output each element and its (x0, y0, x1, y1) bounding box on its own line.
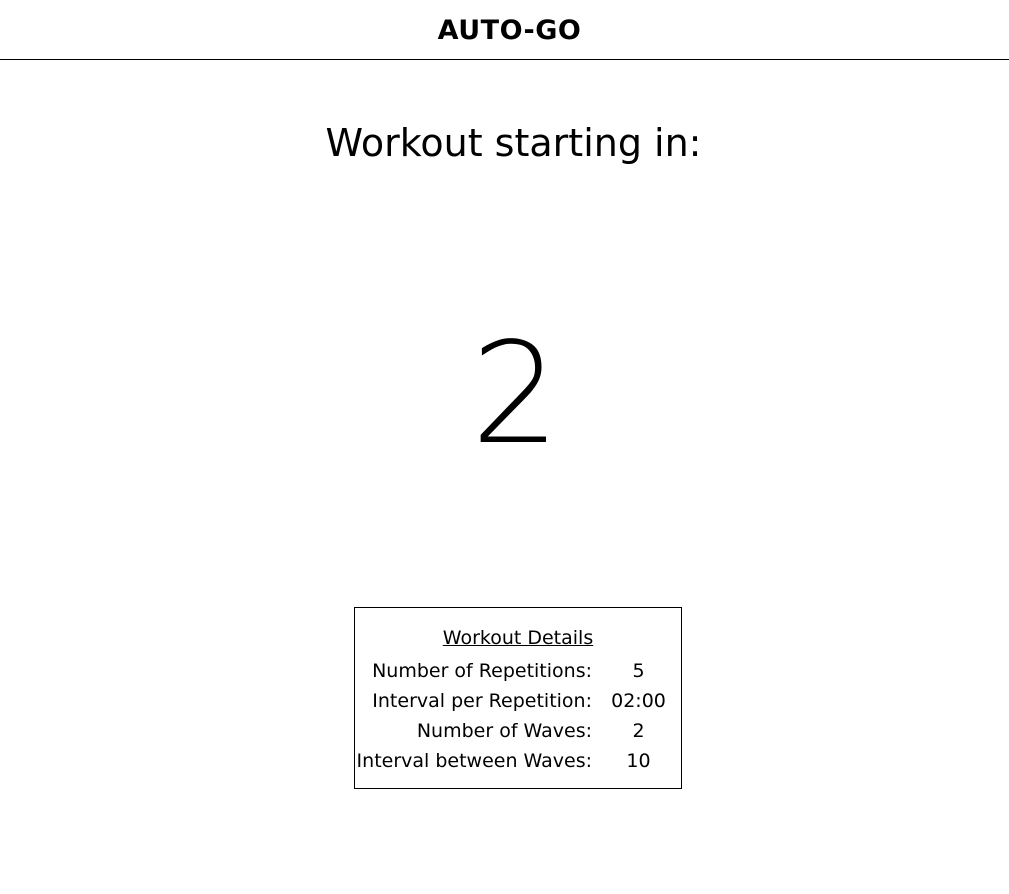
workout-details-panel: Workout Details Number of Repetitions: 5… (354, 607, 682, 789)
detail-row-waves: Number of Waves: 2 (355, 716, 681, 746)
detail-row-interval-per-repetition: Interval per Repetition: 02:00 (355, 686, 681, 716)
detail-value: 10 (626, 750, 651, 772)
countdown-number: 2 (470, 313, 561, 476)
app-header: AUTO-GO (0, 0, 1009, 60)
detail-row-interval-between-waves: Interval between Waves: 10 (355, 746, 681, 776)
detail-label: Interval between Waves: (356, 750, 592, 772)
countdown-headline: Workout starting in: (325, 121, 702, 165)
app-title: AUTO-GO (437, 15, 582, 46)
detail-label: Interval per Repetition: (372, 690, 592, 712)
detail-row-repetitions: Number of Repetitions: 5 (355, 656, 681, 686)
detail-label: Number of Waves: (416, 720, 592, 742)
detail-value: 5 (632, 660, 645, 682)
workout-details-list: Number of Repetitions: 5 Interval per Re… (355, 656, 681, 776)
detail-label: Number of Repetitions: (372, 660, 592, 682)
detail-value: 02:00 (611, 690, 666, 712)
workout-details-title: Workout Details (442, 627, 594, 649)
detail-value: 2 (632, 720, 645, 742)
